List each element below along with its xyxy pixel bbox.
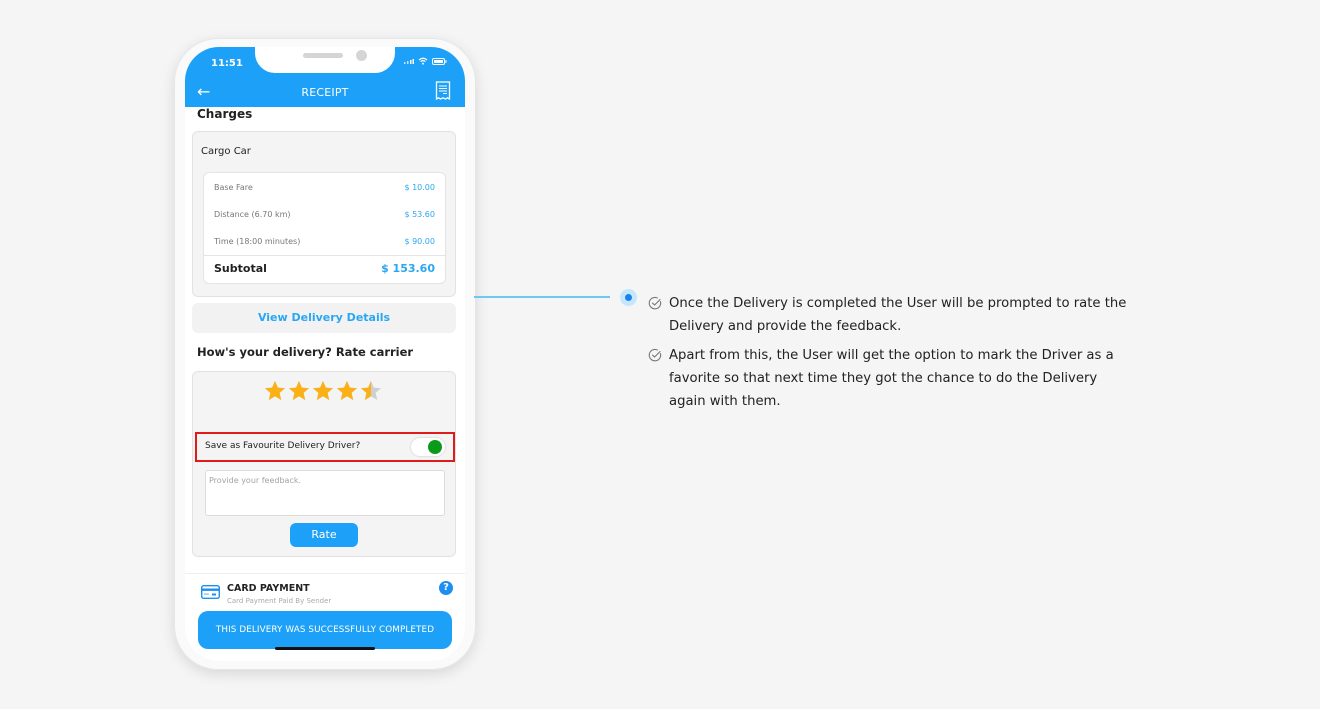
star-rating[interactable] [264, 380, 382, 401]
nav-bar: ← RECEIPT [185, 81, 465, 107]
signal-icon [404, 59, 414, 64]
annotation-note: Once the Delivery is completed the User … [648, 292, 1128, 338]
fare-label: Base Fare [214, 183, 253, 192]
camera-icon [356, 50, 367, 61]
fare-value: $ 53.60 [404, 210, 435, 219]
subtotal-row: Subtotal $ 153.60 [214, 262, 435, 275]
phone-screen: 11:51 ← RECEIPT Charges Cargo Car Base F… [185, 47, 465, 661]
phone-notch [255, 47, 395, 73]
fare-label: Time (18:00 minutes) [214, 237, 301, 246]
credit-card-icon [201, 585, 220, 599]
charges-heading: Charges [197, 107, 253, 121]
favourite-driver-row: Save as Favourite Delivery Driver? [195, 432, 455, 462]
favourite-driver-label: Save as Favourite Delivery Driver? [205, 441, 361, 451]
fare-label: Distance (6.70 km) [214, 210, 291, 219]
rating-card: Save as Favourite Delivery Driver? Rate [192, 371, 456, 557]
view-delivery-details-button[interactable]: View Delivery Details [192, 303, 456, 333]
help-icon[interactable]: ? [439, 581, 453, 595]
page-title: RECEIPT [301, 86, 349, 99]
payment-method-subtitle: Card Payment Paid By Sender [227, 597, 332, 605]
speaker-icon [303, 53, 343, 58]
favourite-driver-toggle[interactable] [411, 438, 445, 456]
annotation-connector-line [474, 296, 610, 298]
star-icon[interactable] [288, 380, 310, 401]
fare-row: Distance (6.70 km) $ 53.60 [214, 210, 435, 219]
fare-value: $ 90.00 [404, 237, 435, 246]
status-icons [404, 57, 447, 65]
status-time: 11:51 [211, 58, 243, 69]
home-indicator [275, 647, 375, 650]
annotation-note-text: Once the Delivery is completed the User … [669, 296, 1127, 334]
divider [204, 255, 445, 256]
payment-method-title: CARD PAYMENT [227, 583, 310, 594]
annotation-notes: Once the Delivery is completed the User … [648, 292, 1128, 419]
phone-mockup: 11:51 ← RECEIPT Charges Cargo Car Base F… [174, 38, 476, 670]
annotation-dot-core [625, 294, 632, 301]
battery-icon [432, 57, 447, 65]
fare-value: $ 10.00 [404, 183, 435, 192]
annotation-note: Apart from this, the User will get the o… [648, 344, 1128, 413]
annotation-note-text: Apart from this, the User will get the o… [669, 348, 1114, 409]
charges-card: Cargo Car Base Fare $ 10.00 Distance (6.… [192, 131, 456, 297]
vehicle-type: Cargo Car [201, 146, 251, 157]
fare-row: Time (18:00 minutes) $ 90.00 [214, 237, 435, 246]
annotation-dot [620, 289, 637, 306]
stage: 11:51 ← RECEIPT Charges Cargo Car Base F… [0, 0, 1320, 709]
star-icon[interactable] [264, 380, 286, 401]
star-icon[interactable] [312, 380, 334, 401]
wifi-icon [418, 57, 428, 65]
toggle-knob [428, 440, 442, 454]
subtotal-label: Subtotal [214, 262, 267, 275]
feedback-input[interactable] [205, 470, 445, 516]
receipt-icon[interactable] [435, 81, 451, 101]
fare-row: Base Fare $ 10.00 [214, 183, 435, 192]
check-circle-icon [648, 348, 662, 362]
rating-heading: How's your delivery? Rate carrier [197, 345, 414, 359]
fare-breakdown: Base Fare $ 10.00 Distance (6.70 km) $ 5… [203, 172, 446, 284]
app-header: 11:51 ← RECEIPT [185, 47, 465, 107]
rate-button[interactable]: Rate [290, 523, 358, 547]
star-icon[interactable] [360, 380, 382, 401]
divider [185, 573, 465, 574]
delivery-completed-banner: THIS DELIVERY WAS SUCCESSFULLY COMPLETED [198, 611, 452, 649]
star-icon[interactable] [336, 380, 358, 401]
check-circle-icon [648, 296, 662, 310]
subtotal-value: $ 153.60 [381, 262, 435, 275]
